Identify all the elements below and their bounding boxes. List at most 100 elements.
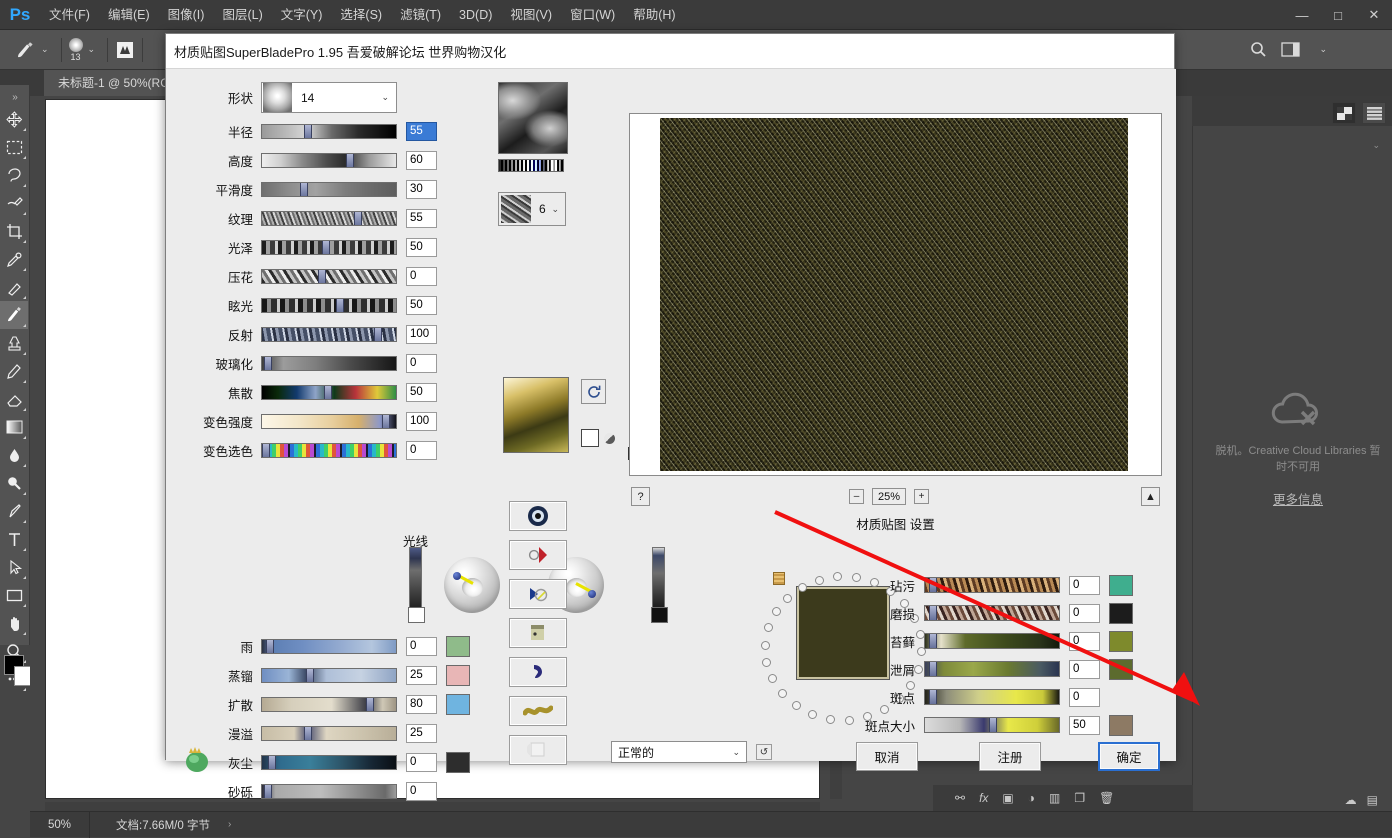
slider-thumb[interactable] <box>264 357 272 370</box>
param-9-slider[interactable] <box>261 385 397 400</box>
slider-thumb[interactable] <box>366 698 374 711</box>
cloud-sync-icon[interactable]: ☁ <box>1345 793 1357 807</box>
param-8-slider[interactable] <box>261 356 397 371</box>
brush-tool-icon[interactable] <box>0 301 28 329</box>
slider-thumb[interactable] <box>300 183 308 196</box>
reflect-effect-button[interactable] <box>509 579 567 609</box>
layer-mask-icon[interactable]: ▣ <box>1002 791 1013 805</box>
ring-dot[interactable] <box>761 640 771 650</box>
ring-dot[interactable] <box>771 607 781 617</box>
status-expand-icon[interactable]: › <box>228 819 231 830</box>
param-11-value-input[interactable]: 0 <box>406 441 437 460</box>
pen-tool-icon[interactable] <box>0 497 28 525</box>
color-panel-icon[interactable] <box>1332 102 1356 124</box>
link-layers-icon[interactable]: ⚯ <box>955 791 965 805</box>
menu-filter[interactable]: 滤镜(T) <box>391 0 450 30</box>
ring-dot[interactable] <box>797 582 807 592</box>
dodge-tool-icon[interactable] <box>0 469 28 497</box>
weather-0-value-input[interactable]: 0 <box>406 637 437 656</box>
surface-3-value-input[interactable]: 0 <box>1069 659 1100 679</box>
slider-thumb[interactable] <box>929 606 937 620</box>
slider-thumb[interactable] <box>304 727 312 740</box>
color-ramp-thumbnail[interactable] <box>503 377 569 453</box>
brush-panel-icon[interactable] <box>115 40 135 60</box>
slider-knob[interactable] <box>651 607 668 623</box>
surface-5-slider[interactable] <box>924 717 1060 733</box>
param-8-value-input[interactable]: 0 <box>406 354 437 373</box>
document-tab[interactable]: 未标题-1 @ 50%(RG <box>44 70 185 96</box>
ring-dot[interactable] <box>833 572 843 582</box>
surface-1-slider[interactable] <box>924 605 1060 621</box>
surface-1-value-input[interactable]: 0 <box>1069 603 1100 623</box>
chevron-down-icon[interactable]: ⌄ <box>551 204 559 215</box>
cancel-button[interactable]: 取消 <box>856 742 918 771</box>
shape-select[interactable]: 14 ⌄ <box>261 82 397 113</box>
type-tool-icon[interactable] <box>0 525 28 553</box>
surface-2-value-input[interactable]: 0 <box>1069 631 1100 651</box>
layers-panel-icon[interactable] <box>1362 102 1386 124</box>
param-0-value-input[interactable]: 55 <box>406 122 437 141</box>
slider-thumb[interactable] <box>322 241 330 254</box>
slider-thumb[interactable] <box>262 444 270 457</box>
register-button[interactable]: 注册 <box>979 742 1041 771</box>
slider-knob[interactable] <box>408 607 425 623</box>
ring-dot[interactable] <box>768 674 778 684</box>
weather-4-value-input[interactable]: 0 <box>406 753 437 772</box>
menu-type[interactable]: 文字(Y) <box>272 0 332 30</box>
texture-preview-frame[interactable] <box>629 113 1162 476</box>
slider-thumb[interactable] <box>324 386 332 399</box>
slider-thumb[interactable] <box>304 125 312 138</box>
ring-dot[interactable] <box>783 593 793 603</box>
param-2-value-input[interactable]: 30 <box>406 180 437 199</box>
param-10-value-input[interactable]: 100 <box>406 412 437 431</box>
param-11-slider[interactable] <box>261 443 397 458</box>
param-0-slider[interactable] <box>261 124 397 139</box>
marquee-tool-icon[interactable] <box>0 133 28 161</box>
slider-thumb[interactable] <box>929 662 937 676</box>
close-button[interactable]: ✕ <box>1356 0 1392 30</box>
surface-4-value-input[interactable]: 0 <box>1069 687 1100 707</box>
light-intensity-slider-left[interactable] <box>408 547 425 623</box>
param-10-slider[interactable] <box>261 414 397 429</box>
ring-dot[interactable] <box>764 623 774 633</box>
move-tool-icon[interactable] <box>0 105 28 133</box>
surface-5-value-input[interactable]: 50 <box>1069 715 1100 735</box>
maximize-button[interactable]: □ <box>1320 0 1356 30</box>
more-info-link[interactable]: 更多信息 <box>1203 489 1392 508</box>
status-zoom-level[interactable]: 50% <box>30 811 90 838</box>
slider-thumb[interactable] <box>336 299 344 312</box>
new-group-icon[interactable]: ▥ <box>1049 791 1060 805</box>
param-6-slider[interactable] <box>261 298 397 313</box>
new-layer-icon[interactable]: ❐ <box>1074 791 1085 805</box>
gradient-tool-icon[interactable] <box>0 413 28 441</box>
menu-select[interactable]: 选择(S) <box>331 0 391 30</box>
menu-image[interactable]: 图像(I) <box>159 0 214 30</box>
ring-dot[interactable] <box>791 701 801 711</box>
light-effect-button[interactable] <box>509 540 567 570</box>
surface-0-color-swatch[interactable] <box>1109 574 1133 596</box>
param-6-value-input[interactable]: 50 <box>406 296 437 315</box>
history-brush-tool-icon[interactable] <box>0 357 28 385</box>
param-2-slider[interactable] <box>261 182 397 197</box>
panel-menu-chevron-icon[interactable]: ⌄ <box>1372 140 1380 151</box>
layer-style-icon[interactable]: fx <box>979 791 988 805</box>
menu-3d[interactable]: 3D(D) <box>450 0 501 30</box>
weather-0-slider[interactable] <box>261 639 397 654</box>
preset-gem-icon[interactable] <box>180 741 214 778</box>
collapse-panel-button[interactable]: ▲ <box>1141 487 1160 506</box>
slider-thumb[interactable] <box>264 785 272 798</box>
chevron-down-icon[interactable]: ⌄ <box>732 747 740 758</box>
slider-thumb[interactable] <box>266 640 274 653</box>
search-icon[interactable] <box>1250 41 1267 58</box>
slider-thumb[interactable] <box>929 634 937 648</box>
weather-4-color-swatch[interactable] <box>446 752 470 773</box>
brush-size-chevron-icon[interactable]: ⌄ <box>88 44 96 55</box>
weather-3-slider[interactable] <box>261 726 397 741</box>
path-selection-tool-icon[interactable] <box>0 553 28 581</box>
slider-thumb[interactable] <box>382 415 390 428</box>
param-4-slider[interactable] <box>261 240 397 255</box>
param-7-slider[interactable] <box>261 327 397 342</box>
param-5-value-input[interactable]: 0 <box>406 267 437 286</box>
surface-2-color-swatch[interactable] <box>1109 630 1133 652</box>
param-3-value-input[interactable]: 55 <box>406 209 437 228</box>
